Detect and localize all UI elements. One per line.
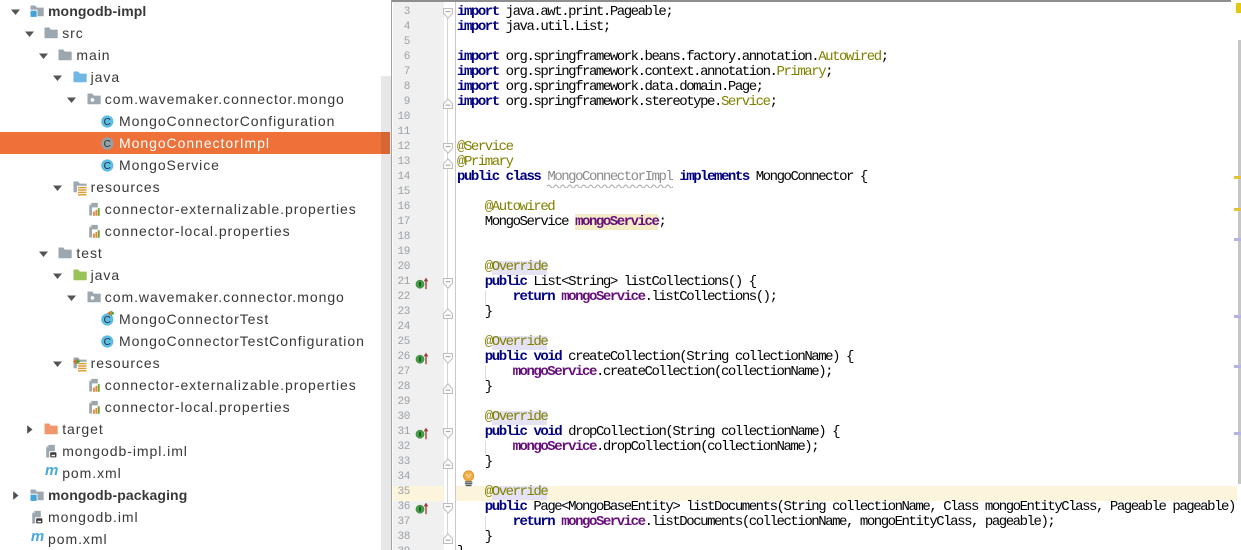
svg-text:C: C	[104, 116, 111, 127]
svg-text:C: C	[104, 138, 111, 149]
svg-text:C: C	[104, 314, 111, 325]
svg-text:C: C	[104, 336, 111, 347]
svg-text:C: C	[104, 160, 111, 171]
